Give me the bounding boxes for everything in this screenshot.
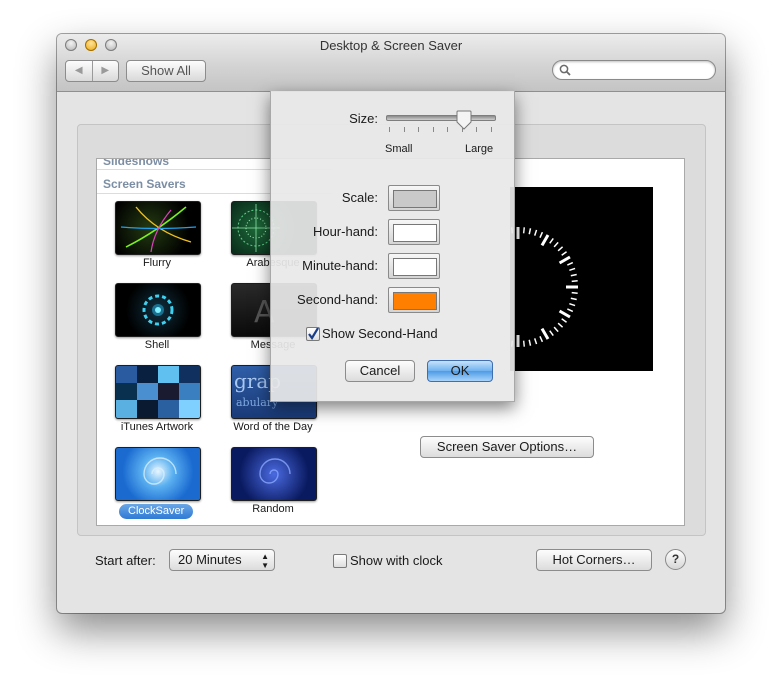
shell-thumbnail[interactable] [115,283,201,337]
clock-tick [567,308,574,313]
second-hand-color-well[interactable] [388,287,440,313]
clock-tick [558,309,571,319]
back-icon[interactable]: ◀ [66,61,93,81]
second-hand-label: Second-hand: [297,292,378,307]
screen-saver-preview [510,187,653,371]
clock-tick [553,326,559,333]
title-bar: Desktop & Screen Saver ◀ ▶ Show All [57,34,725,92]
show-with-clock-checkbox[interactable] [333,554,347,568]
clock-tick [522,227,526,234]
clock-tick [549,330,554,336]
back-forward-control: ◀ ▶ [65,60,119,82]
clock-tick [549,238,554,244]
list-section-screen-savers: Screen Savers [103,177,186,191]
list-item-label: Word of the Day [233,421,313,433]
clock-tick [539,231,544,238]
show-second-hand-checkbox[interactable] [306,327,320,341]
slider-tick [476,127,477,132]
clock-tick [570,297,577,301]
clock-tick [570,273,577,277]
search-icon [559,64,571,76]
clock-tick [540,234,550,247]
clock-tick [557,246,564,252]
slider-tick [403,127,405,132]
clock-tick [569,302,576,307]
clock-tick [558,255,571,265]
size-label: Size: [349,111,378,126]
slider-tick [461,127,463,132]
minute-hand-color-well[interactable] [388,253,440,279]
slider-tick [490,127,492,132]
list-item-label-selected: ClockSaver [119,504,194,519]
minute-hand-label: Minute-hand: [302,258,378,273]
size-slider-track[interactable] [386,115,496,121]
clocksaver-thumbnail[interactable] [115,447,201,501]
help-button[interactable]: ? [665,549,686,570]
slider-tick [418,127,419,132]
size-slider-thumb[interactable] [456,110,472,130]
clock-face-icon [510,227,578,347]
popup-arrows-icon: ▲ ▼ [261,552,269,570]
clock-tick [569,267,576,272]
list-item-label: Shell [144,339,170,351]
clock-tick [539,336,544,343]
size-max-label: Large [465,143,494,155]
random-thumbnail[interactable] [231,447,317,501]
list-item-label: iTunes Artwork [120,421,194,433]
scale-color-well[interactable] [388,185,440,211]
checkmark-icon [308,327,319,340]
hour-hand-color-well[interactable] [388,219,440,245]
clock-tick [571,279,578,283]
slider-tick [447,127,448,132]
start-after-value: 20 Minutes [178,552,242,567]
scale-label: Scale: [341,190,378,205]
ok-button[interactable]: OK [427,360,493,382]
show-with-clock-label: Show with clock [350,553,443,568]
show-all-button[interactable]: Show All [126,60,206,82]
list-item-label: Random [252,503,294,515]
clock-tick [571,291,578,295]
clock-tick [557,322,564,328]
slider-tick [432,127,434,132]
clock-tick [533,229,538,236]
clock-tick [528,339,532,346]
list-item-label: Flurry [142,257,172,269]
clock-tick [522,340,526,347]
flurry-thumbnail[interactable] [115,201,201,255]
clock-tick [561,318,567,323]
forward-icon[interactable]: ▶ [93,61,119,81]
clock-tick [528,228,532,235]
hour-hand-label: Hour-hand: [312,224,378,239]
show-second-hand-label: Show Second-Hand [322,326,438,341]
start-after-label: Start after: [95,553,156,568]
size-min-label: Small [385,143,413,155]
search-input[interactable] [552,60,716,80]
screen-saver-options-button[interactable]: Screen Saver Options… [420,436,594,458]
clock-tick [533,338,538,345]
hot-corners-button[interactable]: Hot Corners… [536,549,652,571]
options-sheet: Size: Small Large Scale: Hour-hand: Minu… [270,91,515,402]
clock-tick [540,327,550,340]
clock-tick [561,251,567,256]
window-title: Desktop & Screen Saver [319,38,463,53]
itunes-artwork-thumbnail[interactable] [115,365,201,419]
cancel-button[interactable]: Cancel [345,360,415,382]
clock-tick [553,241,559,248]
start-after-select[interactable]: 20 Minutes ▲ ▼ [169,549,275,571]
list-section-slideshows: Slideshows [103,158,170,168]
slider-tick [389,127,390,132]
clock-tick [567,261,574,266]
